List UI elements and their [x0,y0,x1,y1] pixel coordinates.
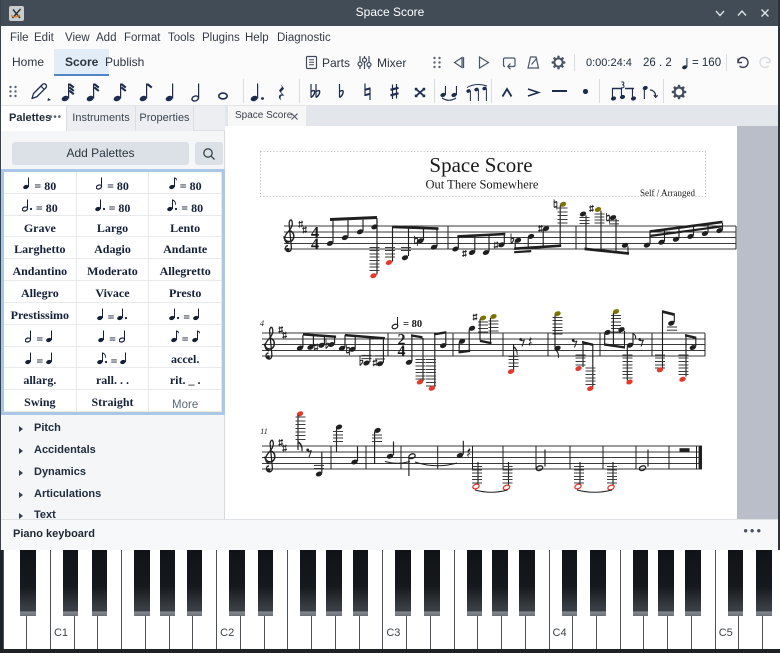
svg-text:4: 4 [260,319,264,328]
svg-text:4: 4 [398,343,406,360]
svg-text:= 80: = 80 [403,319,422,330]
svg-text:Self / Arranged: Self / Arranged [640,188,695,198]
svg-text:4: 4 [311,234,319,253]
svg-text:11: 11 [260,427,267,436]
svg-text:Space Score: Space Score [429,153,532,177]
svg-text:Out There Somewhere: Out There Somewhere [426,178,539,192]
